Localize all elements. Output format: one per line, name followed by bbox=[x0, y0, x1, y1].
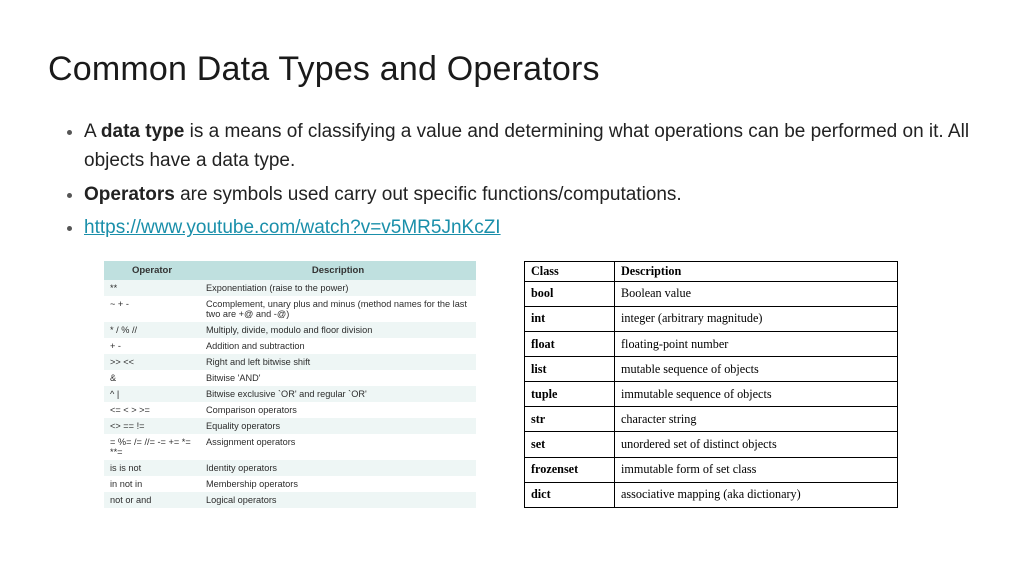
table-row: + -Addition and subtraction bbox=[104, 338, 476, 354]
text: are symbols used carry out specific func… bbox=[175, 184, 682, 205]
cell-class: tuple bbox=[525, 382, 615, 407]
cell-desc: immutable form of set class bbox=[615, 457, 898, 482]
cell-op: ** bbox=[104, 280, 200, 296]
cell-op: = %= /= //= -= += *= **= bbox=[104, 434, 200, 460]
cell-desc: Bitwise exclusive `OR' and regular `OR' bbox=[200, 386, 476, 402]
cell-desc: Assignment operators bbox=[200, 434, 476, 460]
cell-op: ~ + - bbox=[104, 296, 200, 322]
cell-op: * / % // bbox=[104, 322, 200, 338]
table-row: ^ |Bitwise exclusive `OR' and regular `O… bbox=[104, 386, 476, 402]
youtube-link[interactable]: https://www.youtube.com/watch?v=v5MR5JnK… bbox=[84, 217, 501, 238]
table-row: <> == !=Equality operators bbox=[104, 418, 476, 434]
cell-desc: Equality operators bbox=[200, 418, 476, 434]
cell-desc: associative mapping (aka dictionary) bbox=[615, 482, 898, 507]
cell-op: <= < > >= bbox=[104, 402, 200, 418]
cell-desc: Identity operators bbox=[200, 460, 476, 476]
page-title: Common Data Types and Operators bbox=[48, 50, 976, 89]
text: A bbox=[84, 121, 101, 142]
table-row: **Exponentiation (raise to the power) bbox=[104, 280, 476, 296]
cell-desc: Logical operators bbox=[200, 492, 476, 508]
cell-class: int bbox=[525, 306, 615, 331]
table-row: dictassociative mapping (aka dictionary) bbox=[525, 482, 898, 507]
cell-op: >> << bbox=[104, 354, 200, 370]
cell-desc: Comparison operators bbox=[200, 402, 476, 418]
table-header-row: Class Description bbox=[525, 261, 898, 281]
cell-class: dict bbox=[525, 482, 615, 507]
bold-term: data type bbox=[101, 121, 184, 142]
table-row: boolBoolean value bbox=[525, 281, 898, 306]
cell-op: & bbox=[104, 370, 200, 386]
cell-desc: Multiply, divide, modulo and floor divis… bbox=[200, 322, 476, 338]
table-row: listmutable sequence of objects bbox=[525, 357, 898, 382]
cell-class: float bbox=[525, 331, 615, 356]
table-row: setunordered set of distinct objects bbox=[525, 432, 898, 457]
bullet-data-type: A data type is a means of classifying a … bbox=[84, 117, 976, 176]
cell-desc: Right and left bitwise shift bbox=[200, 354, 476, 370]
cell-desc: Ccomplement, unary plus and minus (metho… bbox=[200, 296, 476, 322]
text: is a means of classifying a value and de… bbox=[84, 121, 969, 171]
col-class: Class bbox=[525, 261, 615, 281]
cell-desc: character string bbox=[615, 407, 898, 432]
table-row: strcharacter string bbox=[525, 407, 898, 432]
cell-desc: Membership operators bbox=[200, 476, 476, 492]
table-row: frozensetimmutable form of set class bbox=[525, 457, 898, 482]
cell-desc: unordered set of distinct objects bbox=[615, 432, 898, 457]
table-row: * / % //Multiply, divide, modulo and flo… bbox=[104, 322, 476, 338]
cell-desc: Exponentiation (raise to the power) bbox=[200, 280, 476, 296]
table-row: intinteger (arbitrary magnitude) bbox=[525, 306, 898, 331]
table-row: is is notIdentity operators bbox=[104, 460, 476, 476]
table-row: >> <<Right and left bitwise shift bbox=[104, 354, 476, 370]
class-table: Class Description boolBoolean value inti… bbox=[524, 261, 898, 508]
cell-class: frozenset bbox=[525, 457, 615, 482]
bullet-operators: Operators are symbols used carry out spe… bbox=[84, 180, 976, 209]
cell-op: not or and bbox=[104, 492, 200, 508]
cell-op: in not in bbox=[104, 476, 200, 492]
tables-row: Operator Description **Exponentiation (r… bbox=[48, 261, 976, 508]
table-row: floatfloating-point number bbox=[525, 331, 898, 356]
cell-op: + - bbox=[104, 338, 200, 354]
cell-class: list bbox=[525, 357, 615, 382]
cell-class: str bbox=[525, 407, 615, 432]
table-row: not or andLogical operators bbox=[104, 492, 476, 508]
table-row: ~ + -Ccomplement, unary plus and minus (… bbox=[104, 296, 476, 322]
bullet-list: A data type is a means of classifying a … bbox=[48, 117, 976, 243]
table-row: &Bitwise 'AND' bbox=[104, 370, 476, 386]
bullet-link: https://www.youtube.com/watch?v=v5MR5JnK… bbox=[84, 213, 976, 242]
col-operator: Operator bbox=[104, 261, 200, 280]
bold-term: Operators bbox=[84, 184, 175, 205]
table-row: <= < > >=Comparison operators bbox=[104, 402, 476, 418]
slide: Common Data Types and Operators A data t… bbox=[0, 0, 1024, 576]
cell-desc: Boolean value bbox=[615, 281, 898, 306]
col-description: Description bbox=[200, 261, 476, 280]
table-row: = %= /= //= -= += *= **=Assignment opera… bbox=[104, 434, 476, 460]
cell-desc: mutable sequence of objects bbox=[615, 357, 898, 382]
operator-table: Operator Description **Exponentiation (r… bbox=[104, 261, 476, 508]
table-header-row: Operator Description bbox=[104, 261, 476, 280]
col-description: Description bbox=[615, 261, 898, 281]
table-row: tupleimmutable sequence of objects bbox=[525, 382, 898, 407]
cell-op: is is not bbox=[104, 460, 200, 476]
table-row: in not inMembership operators bbox=[104, 476, 476, 492]
cell-desc: floating-point number bbox=[615, 331, 898, 356]
cell-desc: Addition and subtraction bbox=[200, 338, 476, 354]
cell-class: bool bbox=[525, 281, 615, 306]
cell-desc: Bitwise 'AND' bbox=[200, 370, 476, 386]
cell-op: ^ | bbox=[104, 386, 200, 402]
cell-class: set bbox=[525, 432, 615, 457]
cell-desc: immutable sequence of objects bbox=[615, 382, 898, 407]
cell-desc: integer (arbitrary magnitude) bbox=[615, 306, 898, 331]
cell-op: <> == != bbox=[104, 418, 200, 434]
